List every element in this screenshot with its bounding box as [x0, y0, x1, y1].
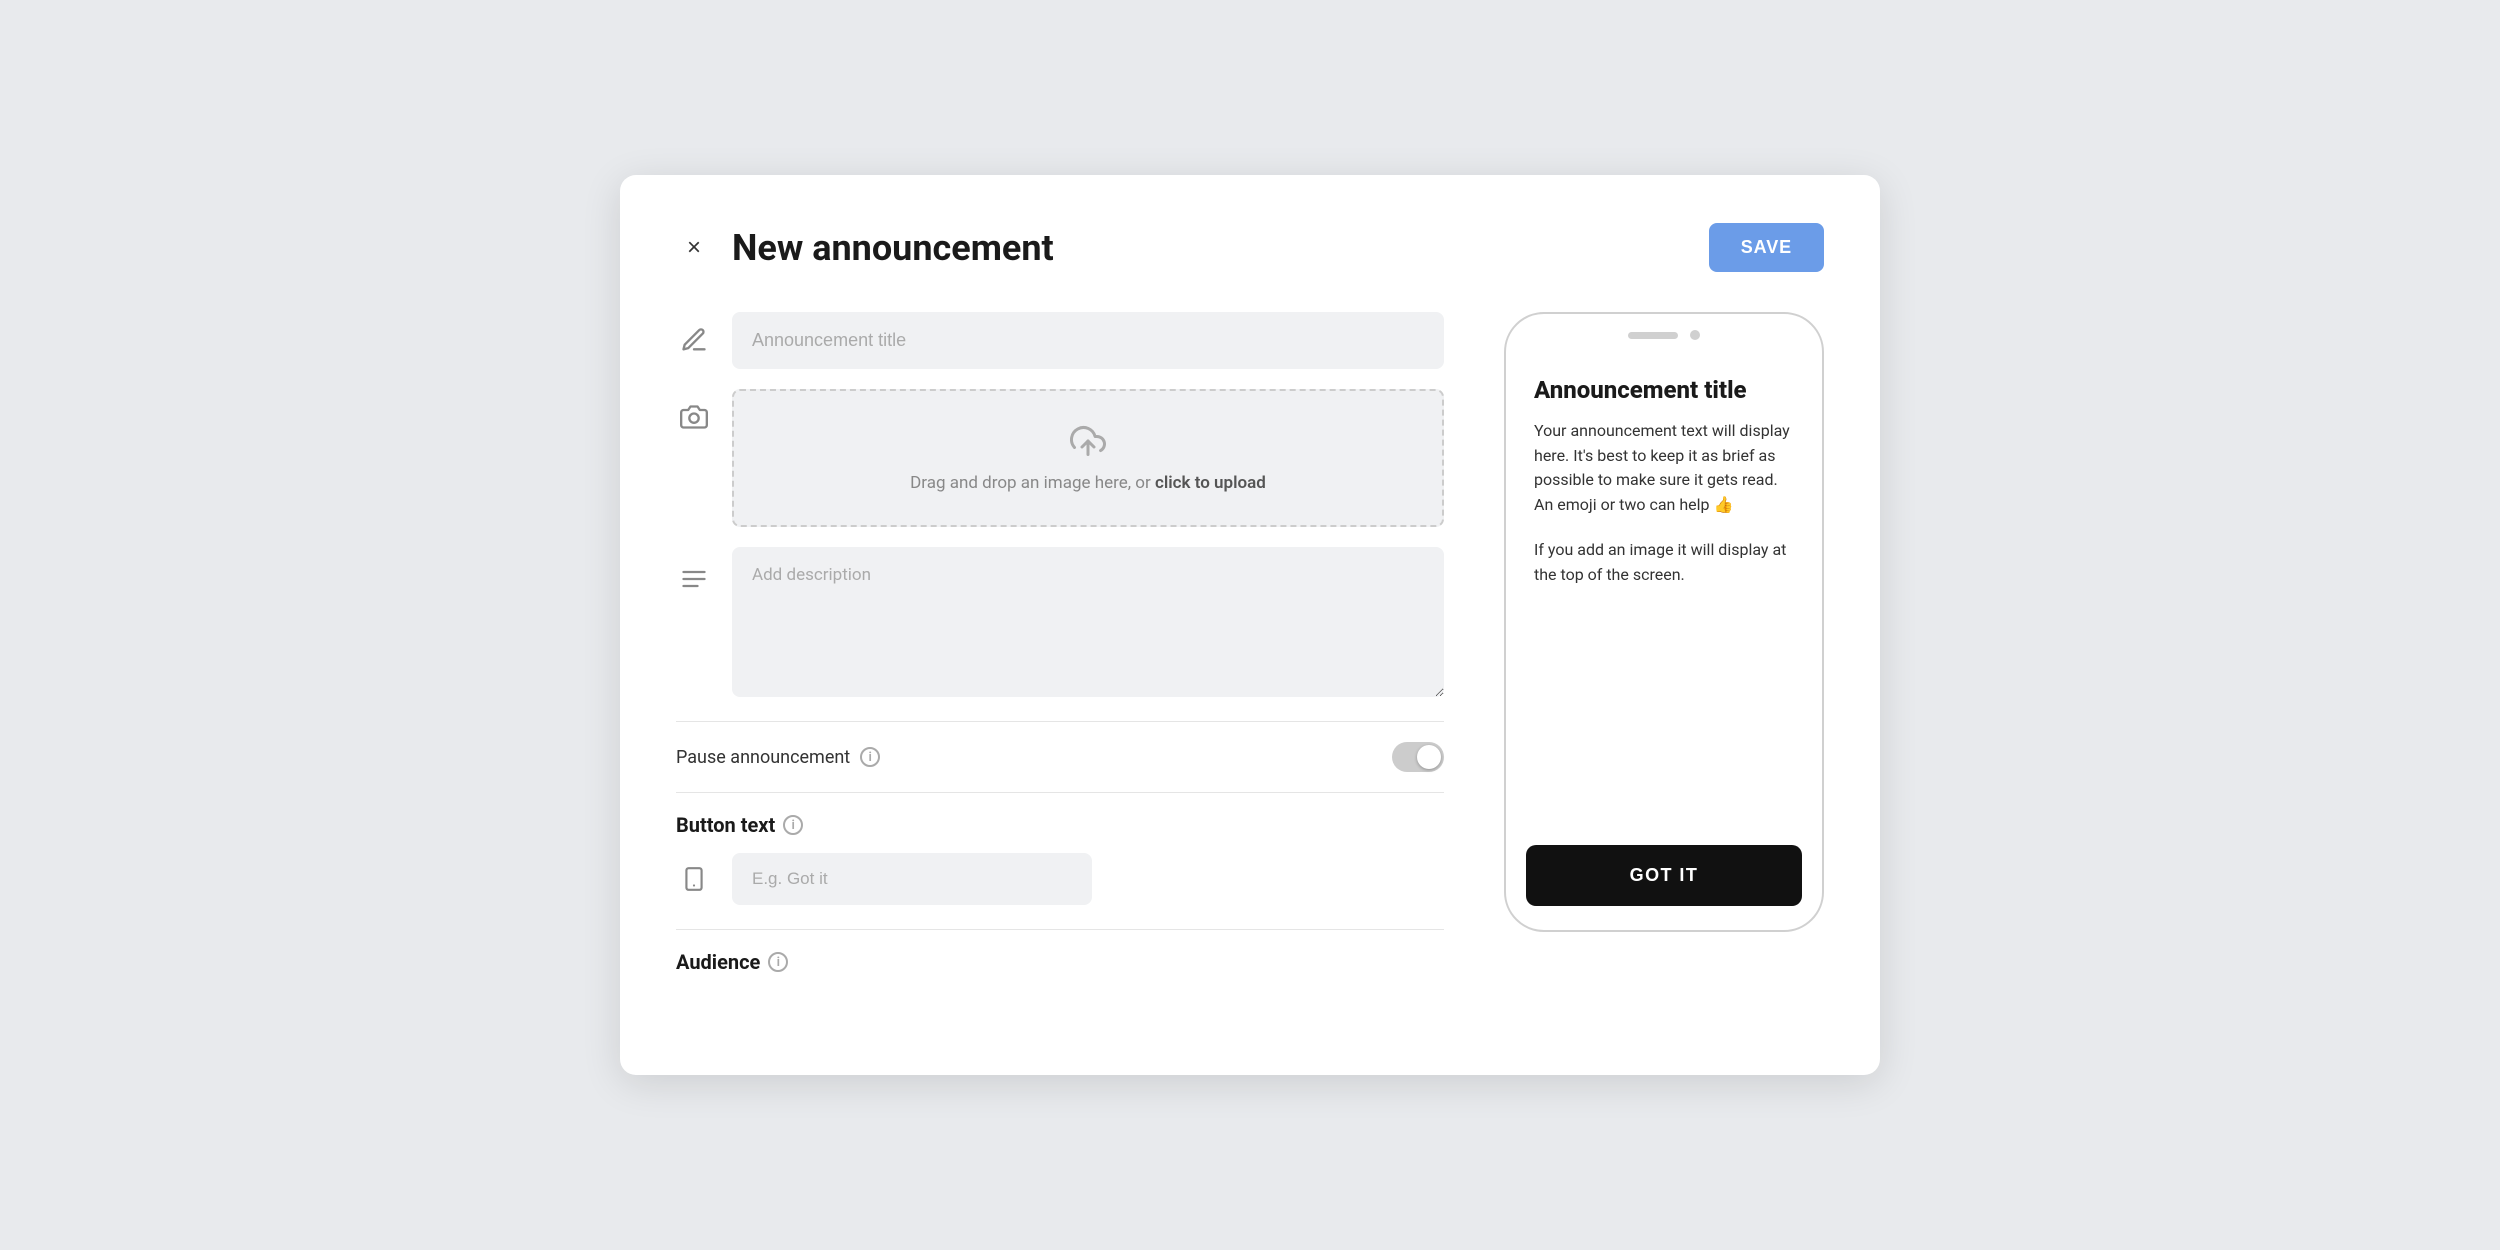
- pause-info-icon[interactable]: i: [860, 747, 880, 767]
- announcement-title-input[interactable]: [732, 312, 1444, 369]
- phone-preview: Announcement title Your announcement tex…: [1504, 312, 1824, 990]
- pencil-icon: [676, 322, 712, 358]
- new-announcement-modal: × New announcement SAVE: [620, 175, 1880, 1075]
- pause-row: Pause announcement i: [676, 721, 1444, 792]
- audience-section: Audience i: [676, 929, 1444, 990]
- phone-speaker: [1628, 332, 1678, 339]
- description-icon: [676, 561, 712, 597]
- audience-info-icon[interactable]: i: [768, 952, 788, 972]
- audience-label: Audience i: [676, 950, 1444, 974]
- title-row: [676, 312, 1444, 369]
- modal-header-left: × New announcement: [676, 227, 1054, 269]
- modal-header: × New announcement SAVE: [676, 223, 1824, 272]
- pause-toggle[interactable]: [1392, 742, 1444, 772]
- upload-text: Drag and drop an image here, or click to…: [910, 473, 1266, 493]
- pause-label: Pause announcement i: [676, 747, 880, 768]
- button-text-row: [676, 853, 1444, 905]
- phone-frame: Announcement title Your announcement tex…: [1504, 312, 1824, 932]
- button-text-label: Button text i: [676, 813, 1444, 837]
- image-upload-area[interactable]: Drag and drop an image here, or click to…: [732, 389, 1444, 527]
- phone-top-bar: [1506, 314, 1822, 352]
- button-text-input[interactable]: [732, 853, 1092, 905]
- phone-cta-button[interactable]: GOT IT: [1526, 845, 1802, 906]
- modal-body: Drag and drop an image here, or click to…: [676, 312, 1824, 990]
- upload-icon: [1070, 423, 1106, 463]
- button-text-info-icon[interactable]: i: [783, 815, 803, 835]
- close-button[interactable]: ×: [676, 230, 712, 266]
- camera-icon: [676, 399, 712, 435]
- phone-announcement-body: Your announcement text will display here…: [1534, 419, 1794, 518]
- save-button[interactable]: SAVE: [1709, 223, 1824, 272]
- phone-button-area: GOT IT: [1506, 845, 1822, 930]
- modal-title: New announcement: [732, 227, 1054, 269]
- phone-camera: [1690, 330, 1700, 340]
- phone-announcement-title: Announcement title: [1534, 376, 1794, 405]
- phone-image-note: If you add an image it will display at t…: [1534, 538, 1794, 588]
- mobile-icon: [676, 861, 712, 897]
- description-textarea[interactable]: [732, 547, 1444, 697]
- form-section: Drag and drop an image here, or click to…: [676, 312, 1444, 990]
- image-upload-row: Drag and drop an image here, or click to…: [676, 389, 1444, 527]
- button-text-section: Button text i: [676, 792, 1444, 921]
- phone-content: Announcement title Your announcement tex…: [1506, 352, 1822, 608]
- description-row: [676, 547, 1444, 697]
